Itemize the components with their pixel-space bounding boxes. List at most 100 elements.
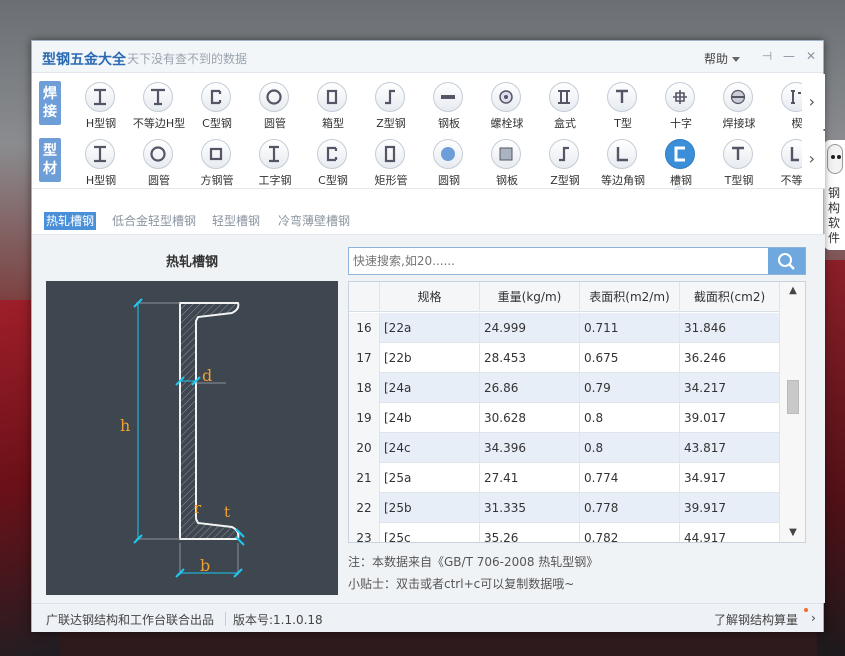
cell-section[interactable]: 39.017 (679, 403, 779, 433)
item-round-pipe[interactable]: 圆管 (130, 131, 188, 186)
cell-spec[interactable]: [25b (379, 493, 479, 523)
column-header-section[interactable]: 截面积(cm2) (679, 282, 779, 312)
item-label: 焊接球 (722, 117, 756, 129)
item-round-pipe[interactable]: 圆管 (246, 74, 304, 129)
cell-surface[interactable]: 0.778 (579, 493, 679, 523)
help-menu-button[interactable]: 帮助 (704, 50, 741, 67)
cell-weight[interactable]: 24.999 (479, 313, 579, 343)
cell-section[interactable]: 31.846 (679, 313, 779, 343)
cell-spec[interactable]: [24b (379, 403, 479, 433)
item-steel-plate[interactable]: 钢板 (478, 131, 536, 186)
subtab-hot-rolled-channel[interactable]: 热轧槽钢 (44, 212, 97, 230)
cell-spec[interactable]: [22a (379, 313, 479, 343)
vertical-scrollbar[interactable]: ▲ ▼ (779, 282, 805, 542)
cell-spec[interactable]: [25a (379, 463, 479, 493)
learn-more-link[interactable]: 了解钢结构算量 (714, 611, 798, 628)
item-unequal-h[interactable]: 不等边H型 (130, 74, 188, 129)
item-unequal-angle[interactable]: 不等边 (768, 131, 802, 186)
table-row[interactable]: 19 [24b 30.628 0.8 39.017 (349, 403, 779, 433)
column-header-surface[interactable]: 表面积(m2/m) (579, 282, 679, 312)
cell-spec[interactable]: [24c (379, 433, 479, 463)
cell-weight[interactable]: 34.396 (479, 433, 579, 463)
subtab-cold-bent-channel[interactable]: 冷弯薄壁槽钢 (276, 212, 352, 230)
item-c-steel[interactable]: C型钢 (304, 131, 362, 186)
item-box-type[interactable]: 盒式 (536, 74, 594, 129)
mascot-widget[interactable]: 钢 构 软 件 (824, 140, 845, 250)
table-row[interactable]: 21 [25a 27.41 0.774 34.917 (349, 463, 779, 493)
cell-section[interactable]: 43.817 (679, 433, 779, 463)
item-channel-steel[interactable]: 槽钢 (652, 131, 710, 186)
search-input[interactable] (349, 248, 769, 274)
scroll-thumb[interactable] (787, 380, 799, 414)
item-h-beam[interactable]: H型钢 (72, 131, 130, 186)
subtab-low-alloy-light-channel[interactable]: 低合金轻型槽钢 (110, 212, 198, 230)
item-steel-plate[interactable]: 钢板 (420, 74, 478, 129)
table-row[interactable]: 20 [24c 34.396 0.8 43.817 (349, 433, 779, 463)
item-i-beam[interactable]: 工字钢 (246, 131, 304, 186)
cell-spec[interactable]: [25c (379, 523, 479, 542)
scroll-up-icon[interactable]: ▲ (788, 286, 798, 296)
cell-weight[interactable]: 31.335 (479, 493, 579, 523)
minimize-icon[interactable]: — (782, 49, 796, 63)
item-t-steel[interactable]: T型钢 (710, 131, 768, 186)
cell-surface[interactable]: 0.782 (579, 523, 679, 542)
table-row[interactable]: 22 [25b 31.335 0.778 39.917 (349, 493, 779, 523)
cell-weight[interactable]: 30.628 (479, 403, 579, 433)
cell-section[interactable]: 44.917 (679, 523, 779, 542)
item-t-section[interactable]: T型 (594, 74, 652, 129)
scroll-down-icon[interactable]: ▼ (788, 528, 798, 538)
item-equal-angle[interactable]: 等边角钢 (594, 131, 652, 186)
cell-weight[interactable]: 35.26 (479, 523, 579, 542)
cell-surface[interactable]: 0.8 (579, 433, 679, 463)
cell-surface[interactable]: 0.79 (579, 373, 679, 403)
cell-weight[interactable]: 27.41 (479, 463, 579, 493)
mascot-eye-icon (837, 155, 841, 159)
cell-spec[interactable]: [22b (379, 343, 479, 373)
mascot-text: 钢 构 软 件 (828, 186, 842, 246)
item-z-steel[interactable]: Z型钢 (536, 131, 594, 186)
cell-section[interactable]: 34.217 (679, 373, 779, 403)
cell-weight[interactable]: 26.86 (479, 373, 579, 403)
cell-weight[interactable]: 28.453 (479, 343, 579, 373)
item-box-section[interactable]: 箱型 (304, 74, 362, 129)
cell-section[interactable]: 36.246 (679, 343, 779, 373)
table-row[interactable]: 18 [24a 26.86 0.79 34.217 (349, 373, 779, 403)
cell-surface[interactable]: 0.8 (579, 403, 679, 433)
h-beam-icon (85, 82, 115, 112)
item-wedge[interactable]: 楔 (768, 74, 802, 129)
close-icon[interactable]: ✕ (804, 49, 818, 63)
subtab-light-channel[interactable]: 轻型槽钢 (210, 212, 262, 230)
cell-spec[interactable]: [24a (379, 373, 479, 403)
item-square-tube[interactable]: 方钢管 (188, 131, 246, 186)
cell-section[interactable]: 39.917 (679, 493, 779, 523)
pin-icon[interactable]: ⊣ (760, 49, 774, 63)
cell-surface[interactable]: 0.675 (579, 343, 679, 373)
item-c-steel[interactable]: C型钢 (188, 74, 246, 129)
chevron-right-icon[interactable]: › (809, 149, 815, 168)
search-button[interactable] (768, 248, 805, 274)
item-cross-section[interactable]: 十字 (652, 74, 710, 129)
item-round-bar[interactable]: 圆钢 (420, 131, 478, 186)
item-label: 十字 (670, 117, 692, 129)
column-header-weight[interactable]: 重量(kg/m) (479, 282, 579, 312)
category-label-profiles: 型材 (39, 138, 61, 182)
cell-section[interactable]: 34.917 (679, 463, 779, 493)
cell-surface[interactable]: 0.774 (579, 463, 679, 493)
category-items-profiles: H型钢 圆管 方钢管 工字钢 C型钢 矩形管 圆钢 钢板 Z型钢 等边角钢 槽钢… (72, 131, 802, 186)
item-h-beam[interactable]: H型钢 (72, 74, 130, 129)
item-z-steel[interactable]: Z型钢 (362, 74, 420, 129)
chevron-right-icon[interactable]: › (809, 92, 815, 111)
row-index: 17 (349, 343, 379, 373)
item-bolt-ball[interactable]: 螺栓球 (478, 74, 536, 129)
item-rect-tube[interactable]: 矩形管 (362, 131, 420, 186)
unequal-h-icon (143, 82, 173, 112)
round-bar-icon (433, 139, 463, 169)
item-welded-ball[interactable]: 焊接球 (710, 74, 768, 129)
chevron-right-icon[interactable]: › (811, 611, 816, 625)
table-row[interactable]: 16 [22a 24.999 0.711 31.846 (349, 313, 779, 343)
row-index: 20 (349, 433, 379, 463)
table-row[interactable]: 23 [25c 35.26 0.782 44.917 (349, 523, 779, 542)
column-header-spec[interactable]: 规格 (379, 282, 479, 312)
table-row[interactable]: 17 [22b 28.453 0.675 36.246 (349, 343, 779, 373)
cell-surface[interactable]: 0.711 (579, 313, 679, 343)
